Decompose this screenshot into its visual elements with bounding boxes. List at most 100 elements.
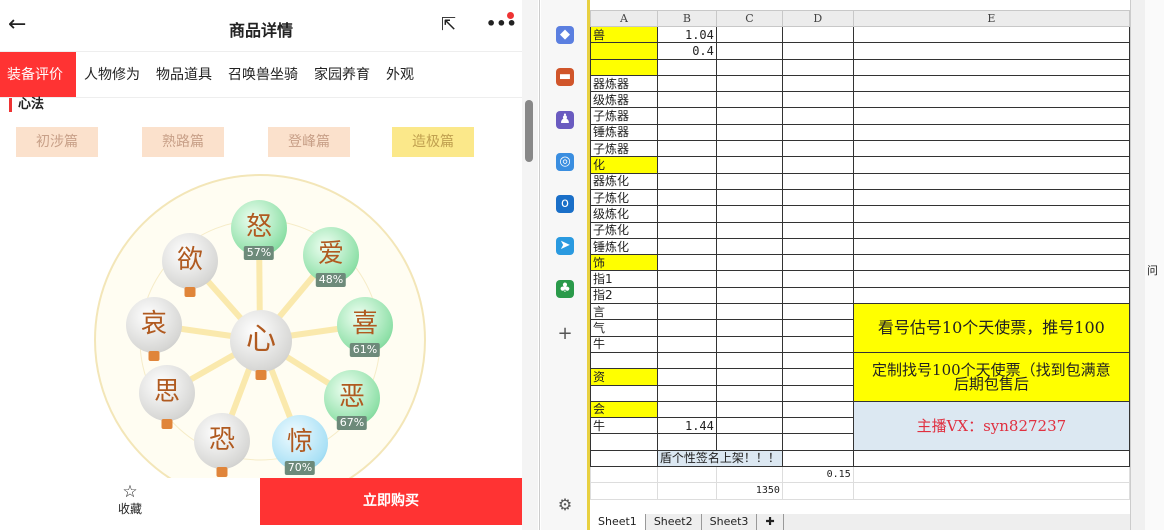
cell-c[interactable]	[715, 270, 783, 288]
favorite-button[interactable]: ☆ 收藏	[0, 478, 260, 525]
send-icon[interactable]: ➤	[556, 237, 574, 255]
cell-a[interactable]: 子炼化	[590, 188, 658, 207]
add-icon[interactable]: +	[556, 325, 574, 343]
cell-c[interactable]	[715, 91, 783, 109]
cell-b[interactable]	[656, 433, 717, 451]
cell-e[interactable]	[852, 25, 1131, 44]
level-tab[interactable]: 熟路篇	[142, 127, 224, 157]
cell-a[interactable]: 器炼化	[590, 172, 658, 190]
cell-c[interactable]	[715, 58, 783, 76]
cell-b[interactable]	[656, 237, 717, 256]
emotion-node[interactable]: 思	[139, 365, 195, 429]
emotion-node[interactable]: 恐	[194, 413, 250, 477]
column-header[interactable]: E	[852, 10, 1131, 27]
cell-e[interactable]	[852, 188, 1131, 207]
cell-a[interactable]: 会	[590, 400, 658, 419]
cell-e-contact[interactable]: 主播VX：syn827237	[852, 400, 1131, 451]
cell-e[interactable]	[852, 156, 1131, 174]
emotion-node[interactable]: 惊 70%	[272, 415, 328, 475]
level-tab[interactable]: 造极篇	[392, 127, 474, 157]
cell-c[interactable]	[715, 156, 783, 174]
cell-a[interactable]: 指1	[590, 270, 658, 288]
cell-e[interactable]	[852, 91, 1131, 109]
tab-items[interactable]: 物品道具	[148, 52, 220, 97]
cell-b[interactable]	[656, 319, 717, 337]
sheet-vertical-scrollbar[interactable]	[1130, 0, 1145, 530]
cell-d[interactable]	[781, 221, 854, 239]
cell-b[interactable]	[656, 303, 717, 321]
cell-a[interactable]: 资	[590, 368, 658, 386]
sheet-tab[interactable]: Sheet1	[590, 514, 646, 530]
cell-d[interactable]	[781, 400, 854, 419]
cell-a[interactable]	[590, 449, 658, 468]
sheet-tab[interactable]: Sheet3	[702, 514, 758, 530]
cell-a[interactable]: 子炼化	[590, 221, 658, 239]
cell-c[interactable]	[715, 417, 783, 435]
cell-d[interactable]	[781, 107, 854, 125]
cell-d[interactable]	[781, 42, 854, 60]
tab-character[interactable]: 人物修为	[76, 52, 148, 97]
cell-b[interactable]	[656, 221, 717, 239]
cell-b[interactable]	[656, 270, 717, 288]
cell-c[interactable]	[715, 221, 783, 239]
cell-d[interactable]	[781, 58, 854, 76]
cell-e[interactable]	[852, 449, 1131, 468]
cell-b[interactable]	[656, 205, 717, 223]
cell-a[interactable]: 锤炼化	[590, 237, 658, 256]
cell-d[interactable]	[781, 368, 854, 386]
cell-c[interactable]	[715, 368, 783, 386]
sheet-tab[interactable]: Sheet2	[646, 514, 702, 530]
cell-b[interactable]	[656, 58, 717, 76]
cell-d[interactable]: 0.15	[781, 466, 854, 484]
briefcase-icon[interactable]: ▬	[556, 68, 574, 86]
gear-icon[interactable]: ⚙	[556, 496, 574, 514]
people-icon[interactable]: ♟	[556, 111, 574, 129]
banner-cell[interactable]: 盾个性签名上架！！！	[656, 449, 783, 468]
cell-b[interactable]	[656, 254, 717, 272]
cell-c[interactable]	[715, 384, 783, 402]
cell-c[interactable]	[715, 319, 783, 337]
emotion-node[interactable]: 爱 48%	[303, 227, 359, 287]
cell-a[interactable]: 饰	[590, 254, 658, 272]
cell-d[interactable]	[781, 351, 854, 370]
cell-a[interactable]: 器炼器	[590, 74, 658, 93]
cell-e[interactable]	[852, 140, 1131, 158]
cell-c[interactable]	[715, 303, 783, 321]
tab-home[interactable]: 家园养育	[306, 52, 378, 97]
emotion-node[interactable]: 喜 61%	[337, 297, 393, 357]
tree-icon[interactable]: ♣	[556, 280, 574, 298]
tab-appearance[interactable]: 外观	[378, 52, 422, 97]
cell-a[interactable]: 级炼化	[590, 205, 658, 223]
cell-c[interactable]	[715, 351, 783, 370]
cell-d[interactable]	[781, 286, 854, 305]
cell-d[interactable]	[781, 254, 854, 272]
cell-c[interactable]	[715, 237, 783, 256]
cell-a[interactable]: 牛	[590, 335, 658, 353]
cell-a[interactable]: 子炼器	[590, 140, 658, 158]
tab-pets[interactable]: 召唤兽坐骑	[220, 52, 306, 97]
cell-c[interactable]	[715, 205, 783, 223]
cell-a[interactable]	[590, 384, 658, 402]
cell-d[interactable]	[781, 417, 854, 435]
cell-a[interactable]	[590, 351, 658, 370]
cell-c[interactable]	[715, 123, 783, 142]
cell-b[interactable]	[656, 351, 717, 370]
cell-d[interactable]	[781, 25, 854, 44]
cell-d[interactable]	[781, 140, 854, 158]
cell-b[interactable]	[656, 91, 717, 109]
cell-e[interactable]	[852, 270, 1131, 288]
outlook-icon[interactable]: o	[556, 195, 574, 213]
cell-a[interactable]	[590, 42, 658, 60]
cell-b[interactable]	[656, 188, 717, 207]
emotion-node[interactable]: 怒 57%	[231, 200, 287, 260]
cell-d[interactable]	[781, 237, 854, 256]
copilot-icon[interactable]: ◎	[556, 153, 574, 171]
emotion-node[interactable]: 哀	[126, 297, 182, 361]
cell-e-notice[interactable]: 看号估号10个天使票，推号100	[852, 303, 1131, 353]
level-tab[interactable]: 登峰篇	[268, 127, 350, 157]
cell-d[interactable]	[781, 156, 854, 174]
cell-d[interactable]	[781, 449, 854, 468]
cell-c[interactable]	[715, 172, 783, 190]
cell-d[interactable]	[781, 91, 854, 109]
cell-c[interactable]	[715, 42, 783, 60]
